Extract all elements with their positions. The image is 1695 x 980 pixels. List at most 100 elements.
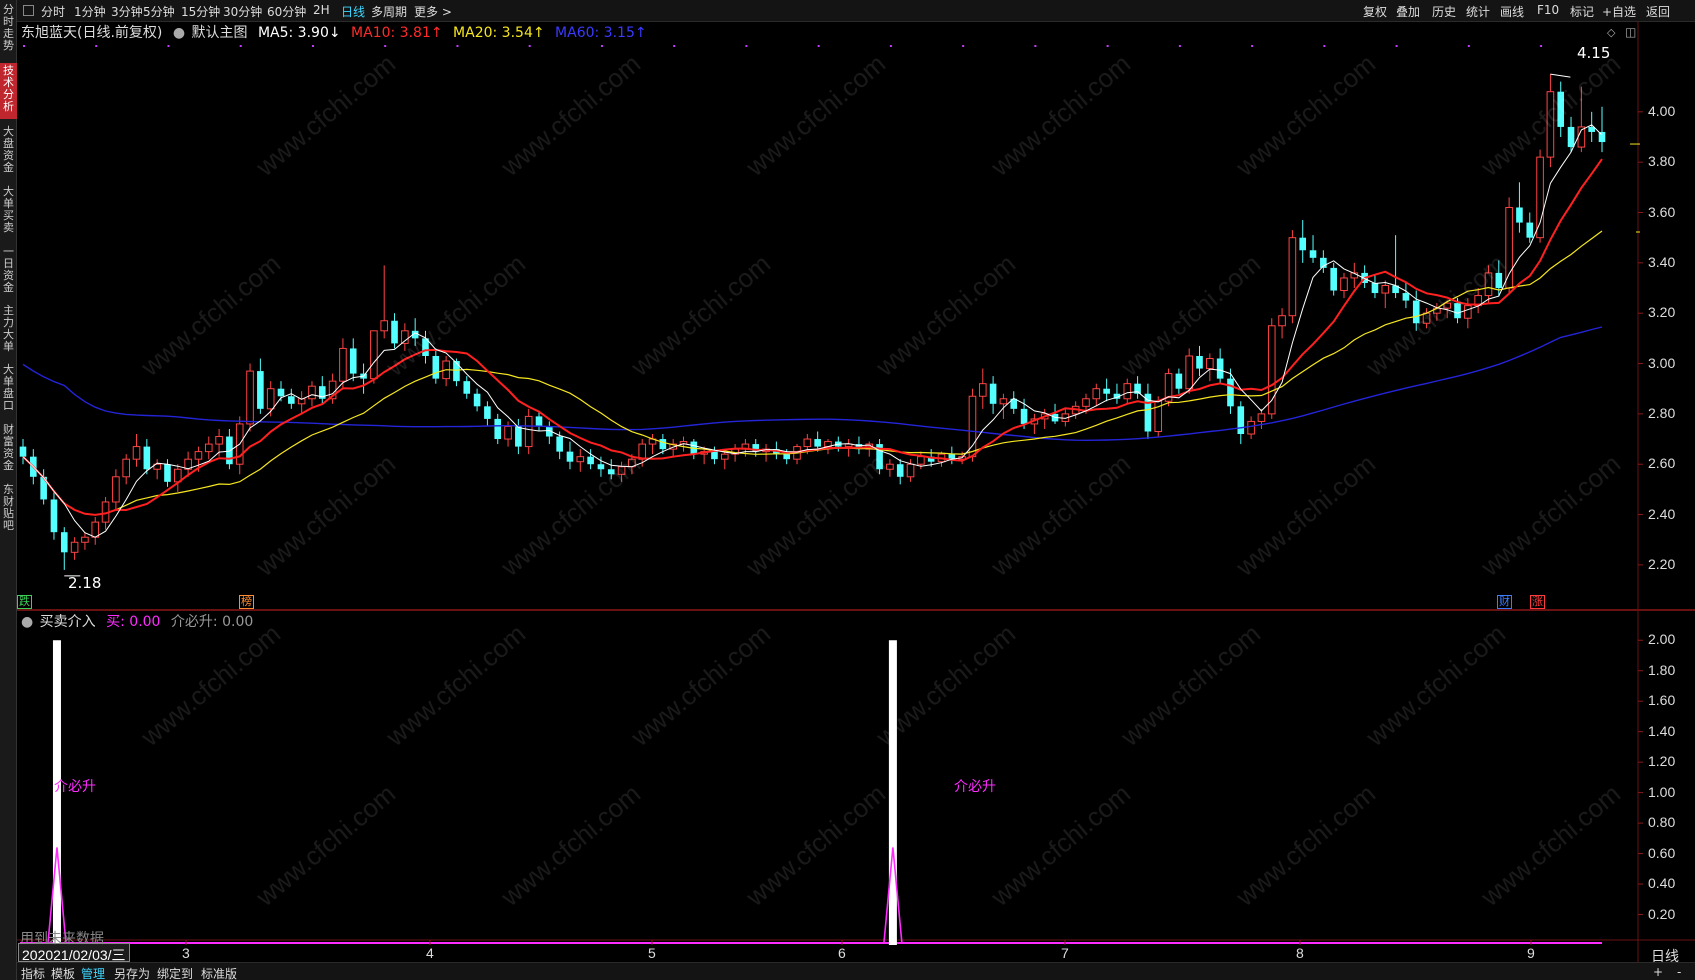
signal-label-2: 介必升 <box>954 779 996 795</box>
zoom-button[interactable]: + <box>1653 965 1663 979</box>
toolbar-right-item[interactable]: +自选 <box>1602 3 1636 20</box>
event-marker[interactable]: 跌 <box>17 595 32 609</box>
main-template-name[interactable]: 默认主图 <box>192 25 248 41</box>
bottom-menu-item[interactable]: 另存为 <box>114 965 150 980</box>
candle-body-down <box>226 436 233 465</box>
sub-settings-icon[interactable]: ● <box>21 614 33 630</box>
timeframe-tab[interactable]: 60分钟 <box>267 3 306 20</box>
candle-body-down <box>484 406 491 419</box>
price-tick-label: 2.80 <box>1648 404 1676 421</box>
high-pointer <box>1550 73 1571 78</box>
candlestick <box>1340 272 1348 299</box>
bottom-menu-item[interactable]: 标准版 <box>201 965 237 980</box>
timeframe-tab[interactable]: 1分钟 <box>74 3 106 20</box>
bottom-menu-item[interactable]: 绑定到 <box>157 965 193 980</box>
candlestick <box>896 459 904 485</box>
window-icon[interactable]: ◫ <box>1625 25 1636 39</box>
left-tab[interactable]: 技术分析 <box>0 63 17 119</box>
candlestick <box>360 363 367 394</box>
event-dot <box>600 45 603 47</box>
candlestick <box>515 418 522 455</box>
event-dot <box>673 45 676 47</box>
timeframe-tab[interactable]: 多周期 <box>371 3 407 20</box>
left-tab[interactable]: 财富资金 <box>0 422 17 478</box>
event-dot <box>889 45 892 47</box>
candle-body-down <box>277 388 285 397</box>
bottom-menu-item[interactable]: 模板 <box>51 965 75 980</box>
left-tab[interactable]: 东财贴吧 <box>0 482 17 538</box>
timeframe-tab[interactable]: 日线 <box>341 3 365 20</box>
candle-body-down <box>1526 222 1534 238</box>
toolbar-right-item[interactable]: 标记 <box>1570 3 1594 20</box>
toolbar-right-item[interactable]: 复权 <box>1363 3 1387 20</box>
candlestick <box>1040 408 1049 429</box>
timeframe-tab[interactable]: 5分钟 <box>143 3 175 20</box>
toolbar-right-item[interactable]: 统计 <box>1466 3 1490 20</box>
candlestick <box>1030 413 1039 435</box>
candlestick <box>1257 408 1266 429</box>
candlestick <box>380 265 389 339</box>
toolbar-right-item[interactable]: 返回 <box>1646 3 1670 20</box>
diamond-icon[interactable]: ◇ <box>1607 26 1615 39</box>
candle-body-down <box>1309 250 1317 258</box>
candle-body-down <box>453 361 460 382</box>
month-tick-label: 6 <box>838 945 846 961</box>
left-tab[interactable]: 大盘资金 <box>0 124 17 180</box>
main-legend-title: 东旭蓝天(日线.前复权) <box>21 25 163 41</box>
timeframe-tab[interactable]: 30分钟 <box>223 3 262 20</box>
left-tab[interactable]: 分时走势 <box>0 2 17 58</box>
candle-body-down <box>1567 126 1575 148</box>
toolbar-right-item[interactable]: 画线 <box>1500 3 1524 20</box>
left-tab[interactable]: 大单盘口 <box>0 362 17 418</box>
bottom-menu-item[interactable]: 管理 <box>81 965 105 980</box>
event-dot <box>1467 45 1470 47</box>
candlestick <box>1350 262 1359 289</box>
event-marker[interactable]: 榜 <box>239 595 254 609</box>
candle-body-down <box>1020 408 1028 424</box>
candlestick <box>328 373 337 404</box>
candlestick <box>1123 378 1132 404</box>
candle-body-up <box>576 456 585 463</box>
candle-body-down <box>783 454 791 460</box>
candle-body-up <box>978 383 987 397</box>
event-marker[interactable]: 财 <box>1497 595 1512 609</box>
sub-legend-title[interactable]: 买卖介入 <box>40 614 96 630</box>
candle-body-down <box>463 381 471 394</box>
candle-body-up <box>917 456 925 465</box>
event-dot <box>23 45 25 47</box>
left-tab[interactable]: 主力大单 <box>0 303 17 359</box>
bottom-menu-item[interactable]: 指标 <box>21 965 45 980</box>
candlestick <box>112 469 120 510</box>
toolbar-right-item[interactable]: 叠加 <box>1396 3 1420 20</box>
left-tab[interactable]: 大单买卖 <box>0 184 17 240</box>
candlestick <box>70 537 79 560</box>
timeframe-tab[interactable]: 更多 > <box>414 3 452 20</box>
candlestick <box>1392 235 1399 299</box>
timeframe-tab[interactable]: 2H <box>313 3 330 17</box>
future-data-warning: 用到未来数据 <box>20 931 104 947</box>
candlestick <box>1288 230 1297 324</box>
price-tick-label: 4.00 <box>1648 102 1676 119</box>
candle-body-up <box>1288 237 1297 317</box>
candlestick <box>1402 282 1410 309</box>
toolbar-right-item[interactable]: 历史 <box>1432 3 1456 20</box>
candlestick <box>648 434 657 455</box>
candlestick <box>1278 308 1286 339</box>
candlestick <box>1526 212 1534 243</box>
left-tab[interactable]: 一日资金 <box>0 244 17 300</box>
timeframe-tab[interactable]: 分时 <box>41 3 65 20</box>
cursor-date: 2021/02/03/三 <box>37 947 126 963</box>
indicator-tick-label: 1.00 <box>1648 783 1676 800</box>
timeframe-tab[interactable]: 15分钟 <box>181 3 220 20</box>
settings-circle-icon[interactable]: ● <box>173 25 185 41</box>
layout-toggle-icon[interactable] <box>23 5 34 16</box>
price-tick-label: 3.60 <box>1648 203 1676 220</box>
toolbar-right-item[interactable]: F10 <box>1537 3 1559 17</box>
candlestick <box>1227 368 1234 414</box>
timeframe-tab[interactable]: 3分钟 <box>111 3 143 20</box>
event-marker[interactable]: 涨 <box>1530 595 1545 609</box>
signal-bar <box>888 640 897 945</box>
candle-body-up <box>720 453 729 460</box>
zoom-button[interactable]: - <box>1677 965 1681 979</box>
indicator-tick-label: 0.80 <box>1648 814 1676 831</box>
